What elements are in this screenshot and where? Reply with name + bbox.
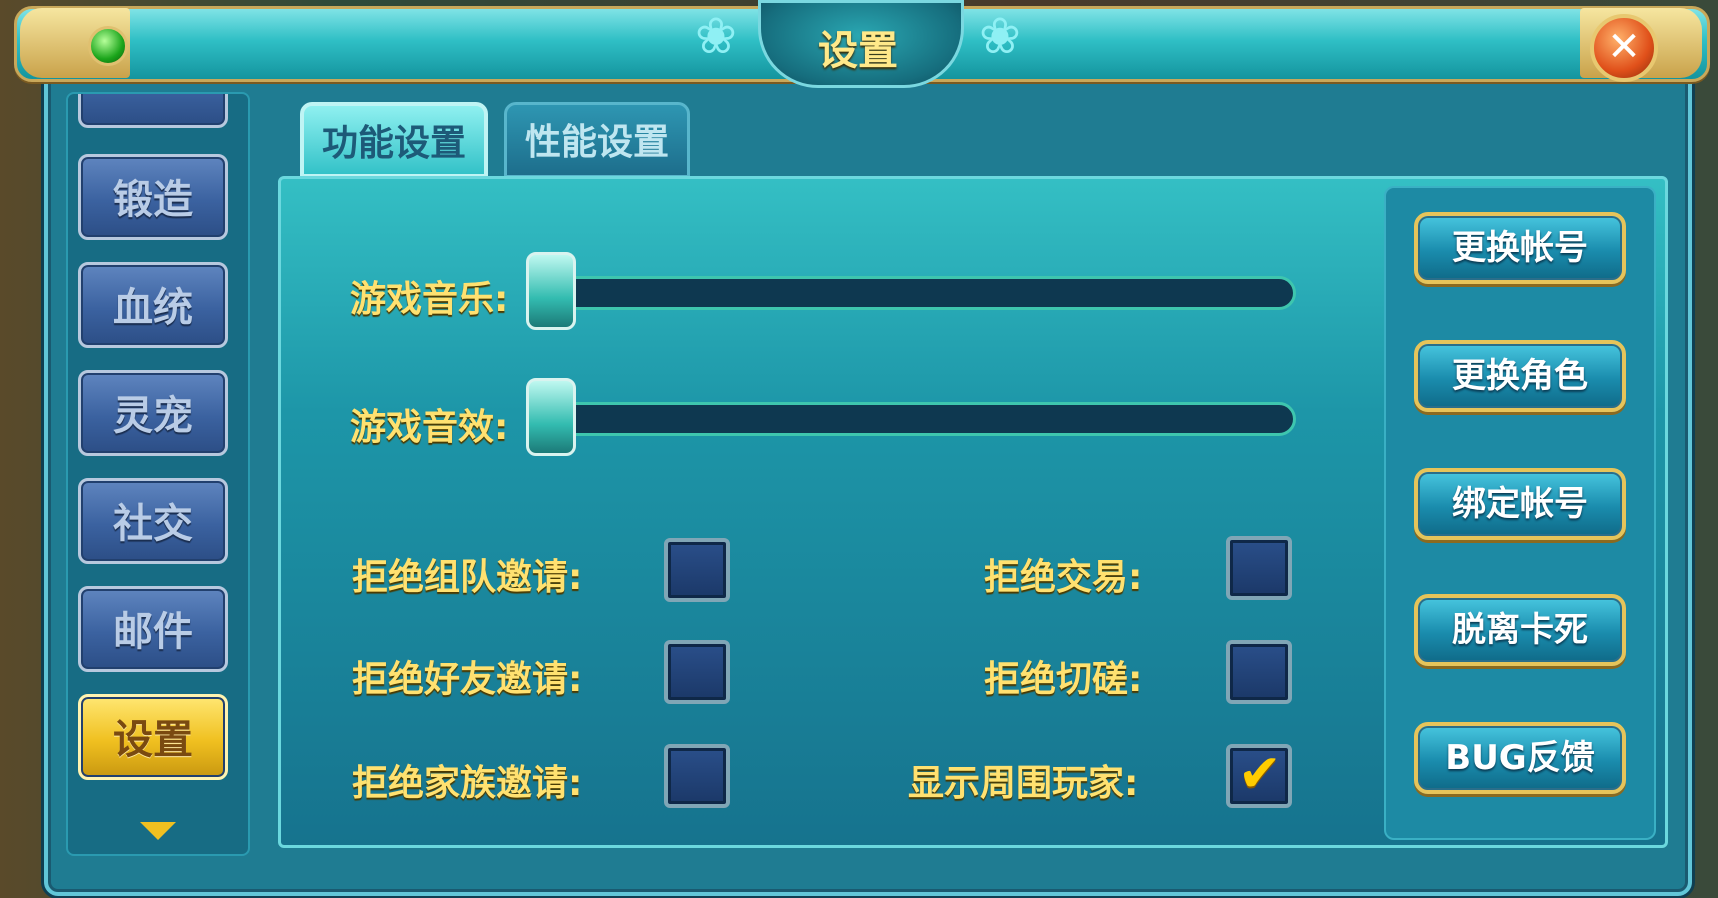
option-label-reject-friend: 拒绝好友邀请: (352, 659, 583, 700)
music-slider-handle[interactable] (526, 252, 576, 330)
tab-function-settings[interactable]: 功能设置 (300, 102, 488, 178)
checkbox-reject-friend[interactable] (664, 640, 730, 704)
checkbox-reject-clan[interactable] (664, 744, 730, 808)
unstuck-button[interactable]: 脱离卡死 (1414, 594, 1626, 666)
green-gem-icon (88, 26, 128, 66)
close-button[interactable]: ✕ (1590, 14, 1658, 82)
close-x-icon: ✕ (1607, 24, 1641, 70)
checkbox-reject-trade[interactable] (1226, 536, 1292, 600)
switch-account-button[interactable]: 更换帐号 (1414, 212, 1626, 284)
option-label-reject-team: 拒绝组队邀请: (352, 557, 583, 598)
scroll-ornament-left-icon: ❀ (695, 7, 737, 65)
music-slider-label: 游戏音乐: (350, 279, 509, 320)
nav-item-bloodline[interactable]: 血统 (78, 262, 228, 348)
sfx-slider-label: 游戏音效: (350, 407, 509, 448)
bug-report-button[interactable]: BUG反馈 (1414, 722, 1626, 794)
music-slider-track[interactable] (528, 276, 1296, 310)
nav-item-social[interactable]: 社交 (78, 478, 228, 564)
window-title: 设置 (818, 28, 898, 74)
checkbox-reject-team[interactable] (664, 538, 730, 602)
chevron-down-icon[interactable] (140, 822, 176, 840)
switch-character-button[interactable]: 更换角色 (1414, 340, 1626, 412)
left-nav-panel[interactable]: 锻造 血统 灵宠 社交 邮件 设置 (66, 92, 250, 856)
tab-performance-settings[interactable]: 性能设置 (504, 102, 690, 178)
sfx-slider-track[interactable] (528, 402, 1296, 436)
nav-item-mail[interactable]: 邮件 (78, 586, 228, 672)
checkmark-icon: ✔ (1238, 744, 1282, 804)
sfx-slider-handle[interactable] (526, 378, 576, 456)
scroll-ornament-right-icon: ❀ (979, 7, 1021, 65)
bind-account-button[interactable]: 绑定帐号 (1414, 468, 1626, 540)
nav-item-pet[interactable]: 灵宠 (78, 370, 228, 456)
option-label-reject-duel: 拒绝切磋: (984, 659, 1143, 700)
option-label-reject-clan: 拒绝家族邀请: (352, 763, 583, 804)
nav-item-settings[interactable]: 设置 (78, 694, 228, 780)
checkbox-reject-duel[interactable] (1226, 640, 1292, 704)
option-label-show-players: 显示周围玩家: (908, 763, 1139, 804)
nav-item-partial-top[interactable] (78, 94, 228, 128)
checkbox-show-players[interactable]: ✔ (1226, 744, 1292, 808)
nav-item-forge[interactable]: 锻造 (78, 154, 228, 240)
option-label-reject-trade: 拒绝交易: (984, 557, 1143, 598)
